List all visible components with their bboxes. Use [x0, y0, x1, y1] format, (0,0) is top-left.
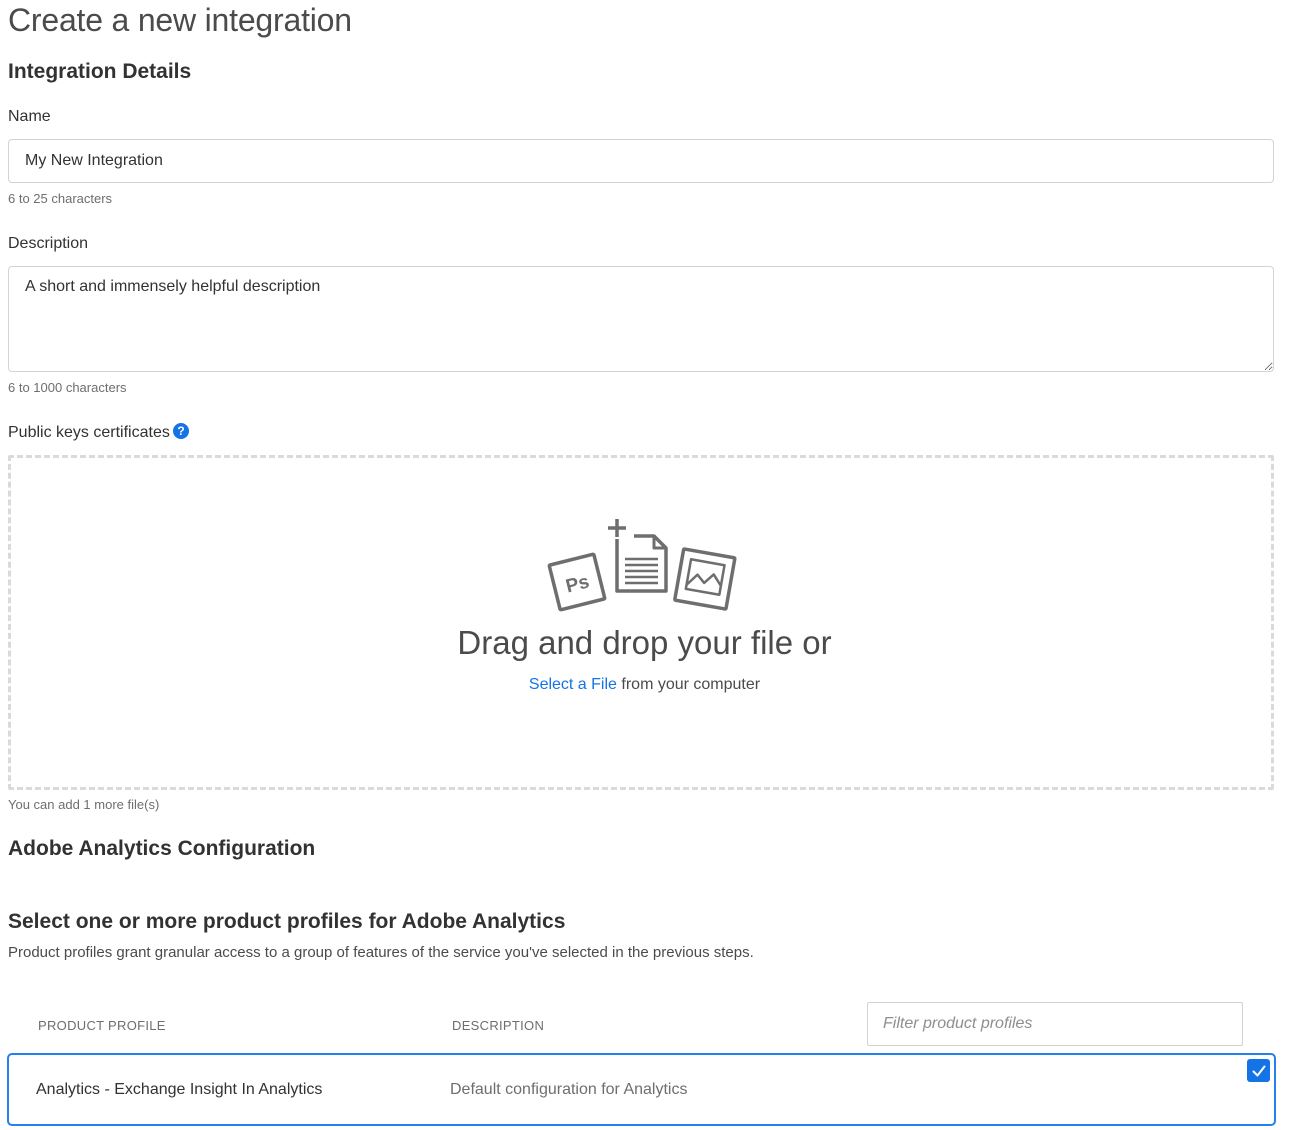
files-remaining-text: You can add 1 more file(s): [8, 797, 160, 812]
page-title: Create a new integration: [8, 2, 352, 38]
profiles-description: Product profiles grant granular access t…: [8, 944, 754, 961]
description-textarea[interactable]: A short and immensely helpful descriptio…: [8, 266, 1274, 372]
public-keys-label: Public keys certificates: [8, 424, 170, 441]
name-label: Name: [8, 108, 51, 125]
help-icon[interactable]: ?: [173, 423, 189, 439]
select-file-link[interactable]: Select a File: [529, 676, 617, 693]
profile-name: Analytics - Exchange Insight In Analytic…: [36, 1081, 323, 1098]
dropzone-subtitle: Select a File from your computer: [0, 676, 1289, 694]
dropzone-suffix: from your computer: [621, 676, 761, 693]
column-header-profile[interactable]: PRODUCT PROFILE: [38, 1018, 166, 1033]
photoshop-file-icon: Ps: [547, 552, 607, 612]
profiles-heading: Select one or more product profiles for …: [8, 910, 566, 933]
dropzone-title: Drag and drop your file or: [457, 624, 832, 661]
file-upload-illustration: Ps: [547, 519, 737, 612]
name-hint: 6 to 25 characters: [8, 191, 113, 206]
description-label: Description: [8, 235, 89, 252]
profile-checkbox[interactable]: [1247, 1059, 1270, 1082]
analytics-config-heading: Adobe Analytics Configuration: [8, 837, 316, 860]
column-header-description[interactable]: DESCRIPTION: [452, 1018, 544, 1033]
svg-text:Ps: Ps: [564, 571, 592, 597]
checkmark-icon: [1252, 1065, 1265, 1076]
integration-details-heading: Integration Details: [8, 60, 192, 83]
add-document-icon: [608, 519, 668, 593]
file-dropzone[interactable]: [8, 455, 1274, 790]
description-hint: 6 to 1000 characters: [8, 380, 127, 395]
filter-profiles-input[interactable]: [867, 1002, 1243, 1046]
image-file-icon: [673, 547, 737, 611]
name-input[interactable]: [8, 139, 1274, 183]
profile-description: Default configuration for Analytics: [450, 1081, 688, 1098]
